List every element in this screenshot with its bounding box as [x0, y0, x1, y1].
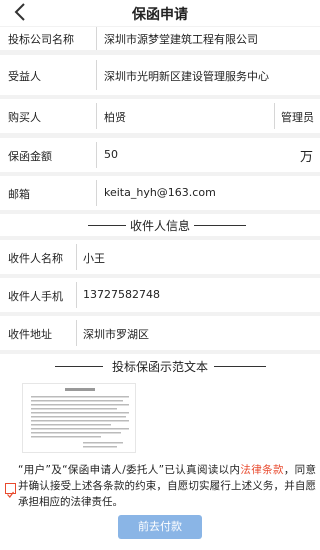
buyer-value: 柏贤 — [104, 111, 126, 124]
beneficiary-row[interactable]: 受益人 深圳市光明新区建设管理服务中心 — [0, 55, 320, 95]
divider — [96, 103, 97, 129]
company-label: 投标公司名称 — [8, 33, 74, 46]
recipient-section-title: 收件人信息 — [129, 219, 190, 233]
amount-label: 保函金额 — [8, 150, 52, 163]
recipient-name-input[interactable]: 小王 — [83, 250, 105, 266]
beneficiary-value: 深圳市光明新区建设管理服务中心 — [104, 70, 269, 83]
sample-section-title: 投标保函示范文本 — [111, 360, 208, 374]
recipient-phone-label: 收件人手机 — [8, 290, 63, 303]
agreement-text-before: “用户”及“保函申请人/委托人”已认真阅读以内 — [18, 464, 241, 476]
divider — [96, 142, 97, 168]
recipient-name-label: 收件人名称 — [8, 252, 63, 265]
legal-terms-link[interactable]: 法律条款 — [240, 464, 283, 476]
recipient-phone-input[interactable]: 13727582748 — [83, 288, 160, 301]
buyer-role: 管理员 — [281, 111, 314, 124]
agreement-text: “用户”及“保函申请人/委托人”已认真阅读以内法律条款，同意并确认接受上述各条款… — [18, 462, 316, 510]
company-value: 深圳市源梦堂建筑工程有限公司 — [104, 33, 258, 46]
nav-bar: 保函申请 — [0, 0, 320, 26]
agree-checkbox[interactable] — [5, 483, 16, 498]
buyer-row[interactable]: 购买人 柏贤 管理员 — [0, 99, 320, 133]
buyer-label: 购买人 — [8, 111, 41, 124]
pay-button[interactable]: 前去付款 — [118, 515, 202, 539]
recipient-section-header: 收件人信息 — [0, 214, 320, 236]
divider — [274, 103, 275, 129]
recipient-address-label: 收件地址 — [8, 328, 52, 341]
divider — [76, 282, 77, 308]
email-label: 邮箱 — [8, 188, 30, 201]
email-row[interactable]: 邮箱 keita_hyh@163.com — [0, 176, 320, 210]
amount-unit: 万 — [300, 150, 314, 165]
recipient-address-input[interactable]: 深圳市罗湖区 — [83, 326, 149, 342]
divider — [76, 320, 77, 346]
document-preview-icon — [31, 388, 129, 448]
page-title: 保函申请 — [132, 7, 188, 23]
beneficiary-label: 受益人 — [8, 70, 41, 83]
recipient-phone-row[interactable]: 收件人手机 13727582748 — [0, 278, 320, 312]
recipient-address-row[interactable]: 收件地址 深圳市罗湖区 — [0, 316, 320, 350]
divider — [76, 244, 77, 270]
recipient-name-row[interactable]: 收件人名称 小王 — [0, 240, 320, 274]
company-row[interactable]: 投标公司名称 深圳市源梦堂建筑工程有限公司 — [0, 27, 320, 50]
divider — [96, 180, 97, 206]
amount-row[interactable]: 保函金额 50 万 — [0, 138, 320, 172]
sample-document-thumbnail[interactable] — [22, 383, 136, 453]
section-rule — [214, 366, 266, 367]
check-icon — [7, 491, 14, 498]
divider — [96, 60, 97, 90]
amount-input[interactable]: 50 — [104, 148, 118, 161]
divider — [96, 27, 97, 50]
section-rule — [194, 225, 246, 226]
email-input[interactable]: keita_hyh@163.com — [104, 186, 216, 199]
